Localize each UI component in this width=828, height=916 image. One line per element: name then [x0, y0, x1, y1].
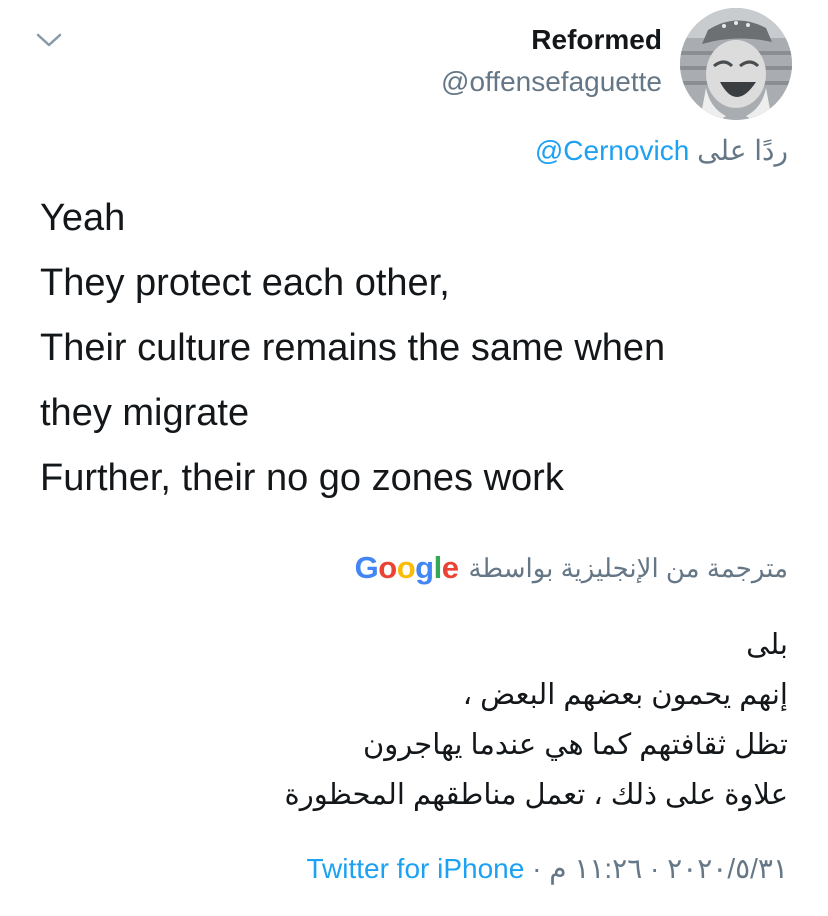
chevron-down-icon[interactable]	[34, 30, 64, 50]
translation-attribution[interactable]: مترجمة من الإنجليزية بواسطة Google	[355, 550, 788, 586]
mention-link[interactable]: @Cernovich	[535, 135, 689, 166]
translated-line: تظل ثقافتهم كما هي عندما يهاجرون	[363, 729, 788, 761]
translation-label: مترجمة من الإنجليزية بواسطة	[468, 552, 788, 583]
reply-context: ردًا على @Cernovich	[535, 134, 788, 167]
tweet-line: Yeah	[40, 197, 126, 239]
tweet-text: Yeah They protect each other, Their cult…	[40, 186, 800, 511]
tweet-line: Further, their no go zones work	[40, 457, 564, 499]
footer-separator: ·	[532, 853, 542, 884]
translated-line: بلى	[746, 629, 788, 661]
tweet-line: They protect each other,	[40, 262, 450, 304]
user-handle[interactable]: @offensefaguette	[441, 66, 662, 98]
translated-text: بلى إنهم يحمون بعضهم البعض ، تظل ثقافتهم…	[28, 620, 788, 820]
translated-line: إنهم يحمون بعضهم البعض ،	[462, 679, 788, 711]
google-logo: Google	[354, 550, 459, 585]
tweet-source-link[interactable]: Twitter for iPhone	[306, 853, 524, 884]
tweet-line: they migrate	[40, 392, 250, 434]
tweet-line: Their culture remains the same when	[40, 327, 666, 369]
user-display-name[interactable]: Reformed	[531, 24, 662, 56]
reply-label: ردًا على	[697, 135, 788, 166]
avatar[interactable]	[680, 8, 792, 120]
tweet-footer: ٢٠٢٠/٥/٣١ · ١١:٢٦ م · Twitter for iPhone	[306, 852, 788, 885]
tweet-datetime[interactable]: ٢٠٢٠/٥/٣١ · ١١:٢٦ م	[549, 853, 788, 884]
translated-line: علاوة على ذلك ، تعمل مناطقهم المحظورة	[284, 779, 788, 811]
